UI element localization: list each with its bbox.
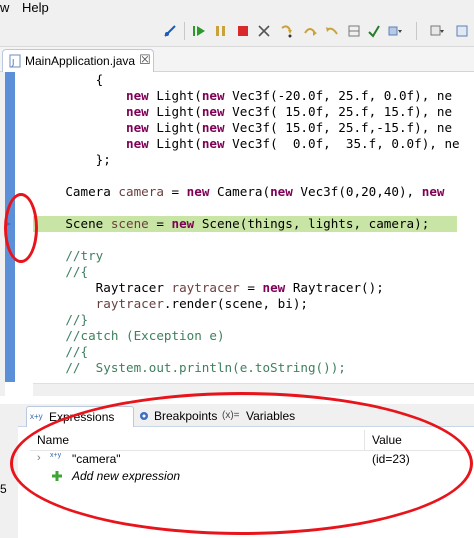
skip-breakpoints-icon[interactable] <box>163 24 177 38</box>
code-fragment: new Light(new Vec3f(-20.0f, 25.f, 0.0f),… <box>126 88 453 103</box>
java-file-icon: J <box>9 54 21 68</box>
use-step-filters-icon[interactable] <box>367 24 381 38</box>
resume-icon[interactable] <box>192 24 206 38</box>
code-line: new Light(new Vec3f( 15.0f, 25.f, 15.f),… <box>126 104 453 119</box>
side-strip: 5 <box>0 426 18 538</box>
code-line-comment: //} <box>35 312 89 327</box>
side-strip-text: 5 <box>0 482 7 496</box>
code-line: new Light(new Vec3f( 0.0f, 35.f, 0.0f), … <box>126 136 460 151</box>
code-line-comment: //try <box>35 248 104 263</box>
expressions-icon: x+y <box>30 412 43 421</box>
step-over-icon[interactable] <box>303 24 317 38</box>
svg-text:J: J <box>11 58 14 67</box>
suspend-icon[interactable] <box>214 24 228 38</box>
editor-tab-bar: J MainApplication.java ☒ <box>0 47 474 72</box>
code-line-comment: //{ <box>35 264 89 279</box>
drop-to-frame-icon[interactable] <box>347 24 361 38</box>
editor-tab[interactable]: J MainApplication.java ☒ <box>2 49 154 72</box>
code-line-current: Scene scene = new Scene(things, lights, … <box>35 216 430 231</box>
code-line-comment: //{ <box>35 344 89 359</box>
code-line: }; <box>35 152 111 167</box>
code-line-comment: // System.out.println(e.toString()); <box>35 360 346 375</box>
step-into-icon[interactable] <box>280 24 294 38</box>
toolbar <box>0 16 474 47</box>
code-line-comment: //catch (Exception e) <box>35 328 225 343</box>
menu-item-window[interactable]: w <box>0 0 9 15</box>
terminate-icon[interactable] <box>236 24 250 38</box>
editor-tab-label: MainApplication.java <box>25 54 136 68</box>
annotation-ellipse-expressions <box>10 392 473 535</box>
perspective-icon[interactable] <box>455 24 469 38</box>
menu-item-help[interactable]: Help <box>22 0 49 15</box>
code-line: new Light(new Vec3f( 15.0f, 25.f,-15.f),… <box>126 120 453 135</box>
code-line: new Light(new Vec3f(-20.0f, 25.f, 0.0f),… <box>35 88 452 104</box>
disconnect-icon[interactable] <box>257 24 271 38</box>
code-line: { <box>35 72 104 87</box>
close-icon[interactable]: ☒ <box>139 52 151 68</box>
code-line: Camera camera = new Camera(new Vec3f(0,2… <box>35 184 445 199</box>
code-line: Raytracer raytracer = new Raytracer(); <box>35 280 384 295</box>
step-return-icon[interactable] <box>325 24 339 38</box>
menu-bar: w Help <box>0 0 474 16</box>
annotation-ellipse-gutter <box>4 193 38 263</box>
debug-dropdown-icon[interactable] <box>388 24 402 38</box>
open-perspective-icon[interactable] <box>430 24 444 38</box>
code-line: raytracer.render(scene, bi); <box>95 296 308 311</box>
